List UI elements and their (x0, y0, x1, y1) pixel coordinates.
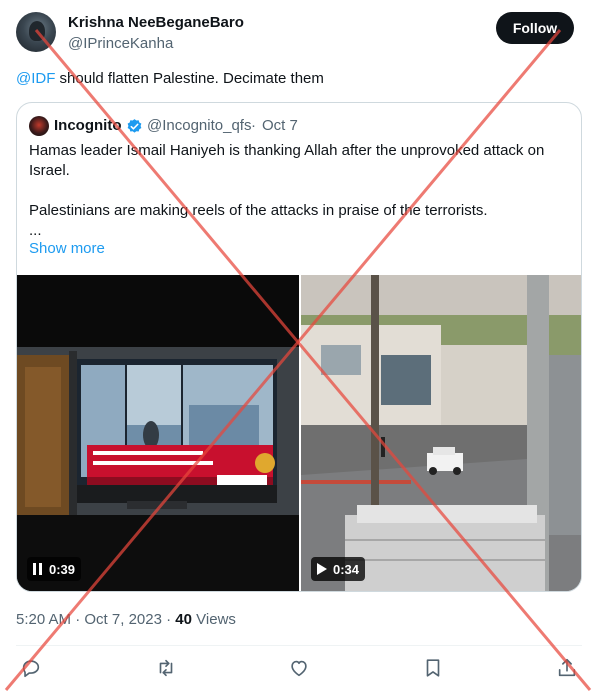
quote-text-line: Hamas leader Ismail Haniyeh is thanking … (29, 142, 545, 159)
quote-text-line: ... (29, 222, 42, 239)
tweet-text: @IDF should flatten Palestine. Decimate … (16, 69, 324, 89)
view-count: 40 (175, 611, 192, 628)
play-icon[interactable] (317, 563, 327, 575)
meta-separator: · (71, 611, 85, 628)
meta-separator: · (161, 611, 176, 628)
follow-button[interactable]: Follow (496, 12, 574, 44)
share-icon[interactable] (556, 657, 578, 679)
video-duration-text: 0:34 (333, 561, 360, 577)
tweet-date[interactable]: Oct 7, 2023 (84, 611, 162, 628)
video-duration-text: 0:39 (49, 561, 76, 577)
avatar[interactable] (16, 12, 56, 52)
quote-separator: · (251, 117, 256, 134)
user-handle[interactable]: @IPrinceKanha (68, 35, 173, 52)
tv-scene-image (17, 275, 299, 591)
pause-icon[interactable] (33, 563, 43, 575)
like-button[interactable] (288, 657, 312, 681)
street-scene-image (301, 275, 581, 591)
quote-text-line: Palestinians are making reels of the att… (29, 202, 488, 219)
mention-link[interactable]: @IDF (16, 70, 55, 87)
quote-display-name: Incognito (54, 117, 122, 134)
retweet-icon[interactable] (155, 657, 177, 679)
bookmark-button[interactable] (422, 657, 446, 681)
views-label: Views (196, 611, 236, 628)
tweet-body: should flatten Palestine. Decimate them (55, 70, 324, 87)
divider (16, 645, 582, 646)
reply-button[interactable] (20, 657, 44, 681)
quoted-tweet[interactable]: Incognito @Incognito_qfs · Oct 7 Hamas l… (16, 102, 582, 592)
video-thumbnail-tv[interactable]: 0:39 (17, 275, 299, 591)
like-icon[interactable] (288, 657, 310, 679)
video-duration[interactable]: 0:34 (311, 557, 366, 581)
share-button[interactable] (556, 657, 580, 681)
quote-text-line: Israel. (29, 162, 70, 179)
quote-date[interactable]: Oct 7 (262, 117, 298, 134)
retweet-button[interactable] (155, 657, 179, 681)
display-name[interactable]: Krishna NeeBeganeBaro (68, 14, 244, 31)
quote-avatar[interactable] (29, 116, 49, 136)
verified-badge-icon (127, 119, 142, 133)
bookmark-icon[interactable] (422, 657, 444, 679)
show-more-link[interactable]: Show more (29, 240, 105, 257)
reply-icon[interactable] (20, 657, 42, 679)
quote-handle: @Incognito_qfs (147, 117, 252, 134)
video-thumbnail-street[interactable]: 0:34 (301, 275, 581, 591)
tweet-time[interactable]: 5:20 AM (16, 611, 71, 628)
video-duration[interactable]: 0:39 (27, 557, 82, 581)
tweet-metadata: 5:20 AM · Oct 7, 2023 · 40 Views (16, 611, 236, 628)
